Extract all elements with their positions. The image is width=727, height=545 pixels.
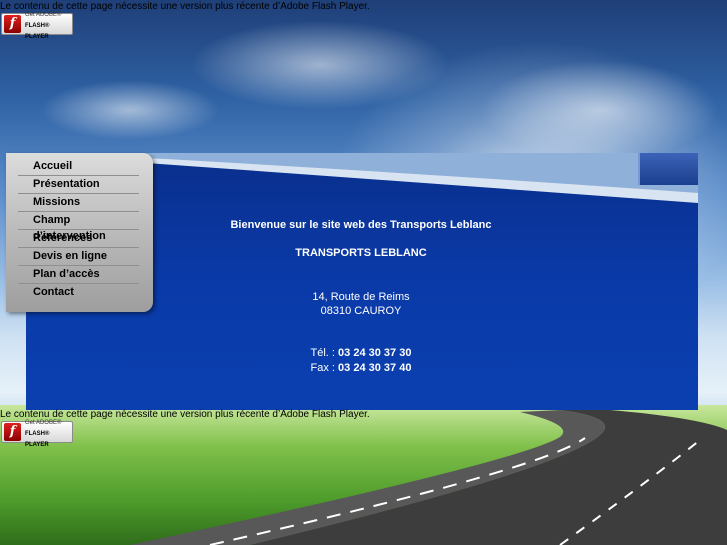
badge-line1: Get ADOBE® (24, 419, 62, 426)
menu-item-accueil[interactable]: Accueil (18, 158, 139, 176)
badge-line2: FLASH® PLAYER (24, 22, 50, 40)
address-line2: 08310 CAUROY (320, 305, 402, 317)
menu-item-presentation[interactable]: Présentation (18, 176, 139, 194)
welcome-content: Bienvenue sur le site web des Transports… (216, 218, 506, 376)
main-menu: Accueil Présentation Missions Champ d’in… (6, 153, 153, 312)
get-flash-player-button[interactable]: f Get ADOBE® FLASH® PLAYER (1, 419, 73, 448)
cloud (40, 80, 220, 140)
menu-item-references[interactable]: Références (18, 230, 139, 248)
welcome-heading: Bienvenue sur le site web des Transports… (230, 219, 492, 231)
truck-image (638, 153, 698, 185)
get-flash-player-button[interactable]: f Get ADOBE® FLASH® PLAYER (1, 11, 73, 40)
flash-logo-icon: f (4, 15, 21, 33)
cloud (480, 60, 720, 160)
fax-label: Fax : (310, 362, 339, 374)
badge-line2: FLASH® PLAYER (24, 430, 50, 448)
grass-background (0, 405, 727, 545)
tel-value: 03 24 30 37 30 (338, 347, 412, 359)
menu-item-missions[interactable]: Missions (18, 194, 139, 212)
fax-line: Fax : 03 24 30 37 40 (216, 361, 506, 376)
tel-label: Tél. : (310, 347, 339, 359)
address-line1: 14, Route de Reims (312, 291, 410, 303)
badge-line1: Get ADOBE® (24, 11, 62, 18)
phone-line: Tél. : 03 24 30 37 30 (216, 346, 506, 361)
menu-item-contact[interactable]: Contact (18, 284, 139, 302)
menu-item-devis[interactable]: Devis en ligne (18, 248, 139, 266)
menu-item-plan-acces[interactable]: Plan d’accès (18, 266, 139, 284)
flash-logo-icon: f (4, 423, 21, 441)
fax-value: 03 24 30 37 40 (338, 362, 412, 374)
site-panel: Bienvenue sur le site web des Transports… (6, 153, 698, 410)
menu-item-champ-intervention[interactable]: Champ d’intervention (18, 212, 139, 242)
company-name: TRANSPORTS LEBLANC (295, 247, 427, 259)
address: 14, Route de Reims 08310 CAUROY (216, 290, 506, 318)
cloud (190, 20, 450, 110)
contact-numbers: Tél. : 03 24 30 37 30 Fax : 03 24 30 37 … (216, 346, 506, 376)
